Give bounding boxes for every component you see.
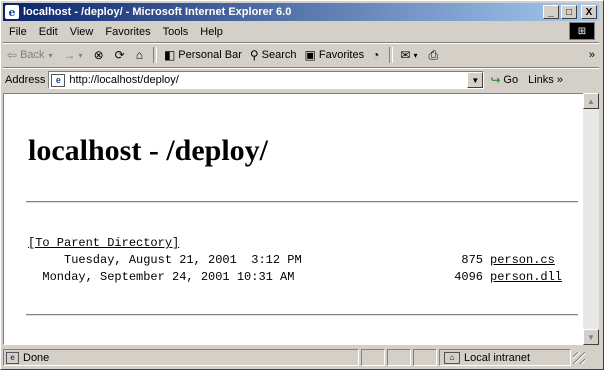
standard-toolbar: ⇦ Back ▾ → ▾ ⊗ ⟳ ⌂ ◧ Personal Bar ⚲ Sear…: [3, 44, 599, 66]
mail-button[interactable]: ✉ ▾: [396, 48, 424, 62]
file-row-size: 4096: [447, 270, 484, 284]
menu-bar: File Edit View Favorites Tools Help ⊞: [3, 22, 599, 41]
minimize-button[interactable]: _: [543, 5, 559, 19]
menu-tools[interactable]: Tools: [157, 26, 195, 38]
favorites-button[interactable]: ▣ Favorites: [301, 48, 369, 62]
links-chevron-icon: »: [556, 74, 563, 86]
menu-help[interactable]: Help: [194, 26, 229, 38]
status-pane: [361, 349, 385, 366]
print-icon: ⎙: [428, 47, 439, 62]
page-icon: e: [51, 73, 66, 87]
maximize-button[interactable]: □: [561, 5, 577, 19]
ie-logo-icon: e: [5, 5, 19, 19]
back-button[interactable]: ⇦ Back ▾: [3, 48, 60, 62]
page-title: localhost - /deploy/: [28, 134, 269, 167]
print-button[interactable]: ⎙: [424, 48, 445, 63]
status-pane: [387, 349, 411, 366]
file-link-person-cs[interactable]: person.cs: [490, 253, 555, 267]
window-title: localhost - /deploy/ - Microsoft Interne…: [23, 6, 292, 18]
bottom-rule: [26, 314, 578, 316]
vertical-scrollbar[interactable]: ▲ ▼: [583, 93, 599, 345]
home-icon: ⌂: [135, 48, 143, 62]
forward-button[interactable]: → ▾: [60, 48, 90, 62]
parent-directory-link[interactable]: [To Parent Directory]: [28, 236, 179, 250]
top-rule: [26, 201, 578, 203]
go-label: Go: [503, 74, 519, 86]
toolbar-separator: [389, 47, 394, 63]
links-label: Links: [528, 74, 554, 86]
back-label: Back: [20, 49, 45, 61]
zone-label: Local intranet: [464, 351, 531, 364]
menu-file[interactable]: File: [3, 26, 33, 38]
history-icon: ◔: [372, 48, 380, 62]
security-zone[interactable]: ⌂ Local intranet: [439, 349, 571, 366]
address-label: Address: [5, 74, 46, 86]
file-link-person-dll[interactable]: person.dll: [490, 270, 562, 284]
scroll-up-button[interactable]: ▲: [583, 93, 599, 109]
refresh-icon: ⟳: [114, 48, 125, 62]
address-bar: Address e http://localhost/deploy/ ▼ ↪ G…: [3, 69, 599, 91]
personal-bar-button[interactable]: ◧ Personal Bar: [160, 48, 246, 62]
go-arrow-icon: ↪: [490, 73, 501, 87]
page-content: localhost - /deploy/ [To Parent Director…: [3, 93, 583, 345]
file-row-datetime: Monday, September 24, 2001 10:31 AM: [28, 270, 295, 284]
stop-icon: ⊗: [93, 48, 104, 62]
back-dropdown-icon[interactable]: ▾: [49, 51, 53, 60]
intranet-zone-icon: ⌂: [444, 351, 460, 364]
status-bar: e Done ⌂ Local intranet: [3, 348, 599, 367]
forward-dropdown-icon[interactable]: ▾: [79, 51, 83, 60]
address-dropdown-button[interactable]: ▼: [467, 72, 484, 88]
address-input[interactable]: e http://localhost/deploy/ ▼: [48, 71, 485, 89]
resize-grip[interactable]: [573, 351, 585, 364]
refresh-button[interactable]: ⟳: [111, 48, 132, 62]
go-button[interactable]: ↪ Go: [490, 73, 518, 87]
address-url: http://localhost/deploy/: [69, 74, 179, 86]
file-row-size: 875: [447, 253, 484, 267]
status-message: e Done: [3, 349, 359, 366]
favorites-icon: ▣: [304, 48, 316, 62]
scroll-down-button[interactable]: ▼: [583, 329, 599, 345]
stop-button[interactable]: ⊗: [90, 48, 111, 62]
personal-bar-label: Personal Bar: [178, 49, 242, 61]
menu-view[interactable]: View: [64, 26, 100, 38]
close-button[interactable]: X: [581, 5, 597, 19]
file-row-datetime: Tuesday, August 21, 2001 3:12 PM: [28, 253, 302, 267]
browser-window: e localhost - /deploy/ - Microsoft Inter…: [0, 0, 604, 370]
search-icon: ⚲: [249, 48, 259, 62]
personal-bar-icon: ◧: [163, 48, 176, 62]
links-button[interactable]: Links »: [528, 74, 563, 86]
search-label: Search: [261, 49, 297, 61]
favorites-label: Favorites: [318, 49, 365, 61]
title-bar[interactable]: e localhost - /deploy/ - Microsoft Inter…: [3, 3, 599, 21]
status-pane: [413, 349, 437, 366]
search-button[interactable]: ⚲ Search: [246, 48, 301, 62]
toolbar-separator: [152, 47, 157, 63]
forward-arrow-icon: →: [63, 48, 76, 62]
home-button[interactable]: ⌂: [132, 48, 150, 62]
mail-icon: ✉: [400, 48, 411, 62]
menu-favorites[interactable]: Favorites: [99, 26, 156, 38]
page-done-icon: e: [6, 351, 19, 364]
back-arrow-icon: ⇦: [7, 48, 18, 62]
windows-logo-icon: ⊞: [569, 22, 595, 40]
toolbar-overflow-chevron[interactable]: »: [585, 49, 599, 61]
history-button[interactable]: ◔: [368, 48, 386, 62]
status-text: Done: [23, 351, 50, 364]
mail-dropdown-icon[interactable]: ▾: [413, 51, 417, 60]
menu-edit[interactable]: Edit: [33, 26, 64, 38]
